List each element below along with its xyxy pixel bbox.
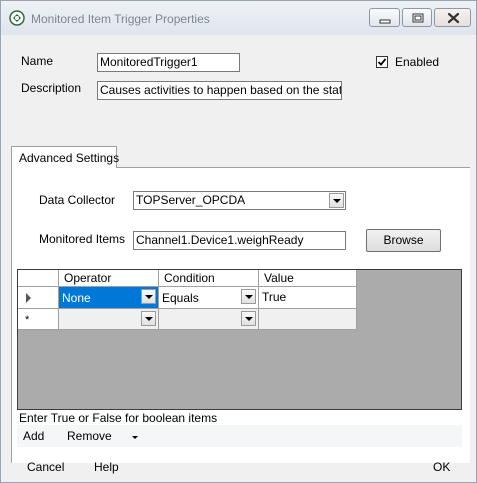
operator-value: None (62, 291, 91, 305)
remove-dropdown-icon[interactable] (132, 436, 138, 439)
table-row-new-condition[interactable] (159, 309, 259, 330)
grid-corner (18, 270, 59, 287)
name-label: Name (21, 54, 54, 68)
description-label: Description (21, 81, 82, 95)
data-collector-label: Data Collector (39, 193, 116, 207)
hint-text: Enter True or False for boolean items (19, 411, 218, 425)
tab-advanced-settings[interactable]: Advanced Settings (11, 146, 120, 168)
ok-button[interactable]: OK (433, 460, 450, 474)
chevron-down-icon[interactable] (141, 289, 156, 304)
cancel-button[interactable]: Cancel (27, 460, 64, 474)
help-button[interactable]: Help (94, 460, 119, 474)
dialog-body: Name MonitoredTrigger1 Enabled Descripti… (8, 35, 470, 475)
checkmark-icon (377, 58, 387, 66)
row-header-new[interactable]: * (18, 309, 59, 330)
table-row-1-operator[interactable]: None (59, 287, 159, 309)
dialog-window: Monitored Item Trigger Properties Name M… (0, 0, 477, 483)
condition-value: Equals (162, 291, 199, 305)
table-row-new-operator[interactable] (59, 309, 159, 330)
enabled-label: Enabled (395, 55, 440, 69)
tab-label: Advanced Settings (19, 151, 120, 165)
monitored-items-label: Monitored Items (39, 232, 126, 246)
table-row-1-value[interactable]: True (259, 287, 357, 309)
name-input[interactable]: MonitoredTrigger1 (97, 53, 240, 72)
minimize-icon (379, 19, 391, 24)
monitored-items-input[interactable]: Channel1.Device1.weighReady (133, 231, 346, 250)
column-header-operator[interactable]: Operator (59, 270, 159, 287)
window-title: Monitored Item Trigger Properties (31, 12, 210, 26)
add-button[interactable]: Add (23, 429, 44, 443)
data-collector-value: TOPServer_OPCDA (136, 193, 246, 207)
chevron-down-icon[interactable] (241, 289, 256, 304)
close-button[interactable] (434, 8, 471, 27)
chevron-down-icon[interactable] (241, 311, 256, 326)
maximize-icon (412, 13, 424, 23)
minimize-button[interactable] (369, 8, 400, 27)
grid-toolbar: Add Remove (17, 425, 462, 447)
remove-button[interactable]: Remove (67, 429, 112, 443)
maximize-button[interactable] (402, 8, 432, 27)
title-bar[interactable]: Monitored Item Trigger Properties (1, 1, 476, 35)
column-header-value[interactable]: Value (259, 270, 357, 287)
close-icon (447, 12, 460, 24)
conditions-grid[interactable]: Operator Condition Value None Equals Tru… (17, 269, 462, 410)
column-header-condition[interactable]: Condition (159, 270, 259, 287)
row-header-current[interactable] (18, 287, 59, 309)
enabled-checkbox[interactable] (376, 56, 388, 68)
current-row-icon (26, 293, 31, 303)
table-row-new-value[interactable] (259, 309, 357, 330)
data-collector-select[interactable]: TOPServer_OPCDA (133, 191, 346, 210)
chevron-down-icon[interactable] (141, 311, 156, 326)
new-row-icon: * (25, 314, 30, 326)
browse-button[interactable]: Browse (366, 229, 441, 252)
chevron-down-icon[interactable] (329, 193, 344, 208)
table-row-1-condition[interactable]: Equals (159, 287, 259, 309)
description-input[interactable]: Causes activities to happen based on the… (97, 81, 342, 100)
app-logo-icon (9, 10, 25, 26)
